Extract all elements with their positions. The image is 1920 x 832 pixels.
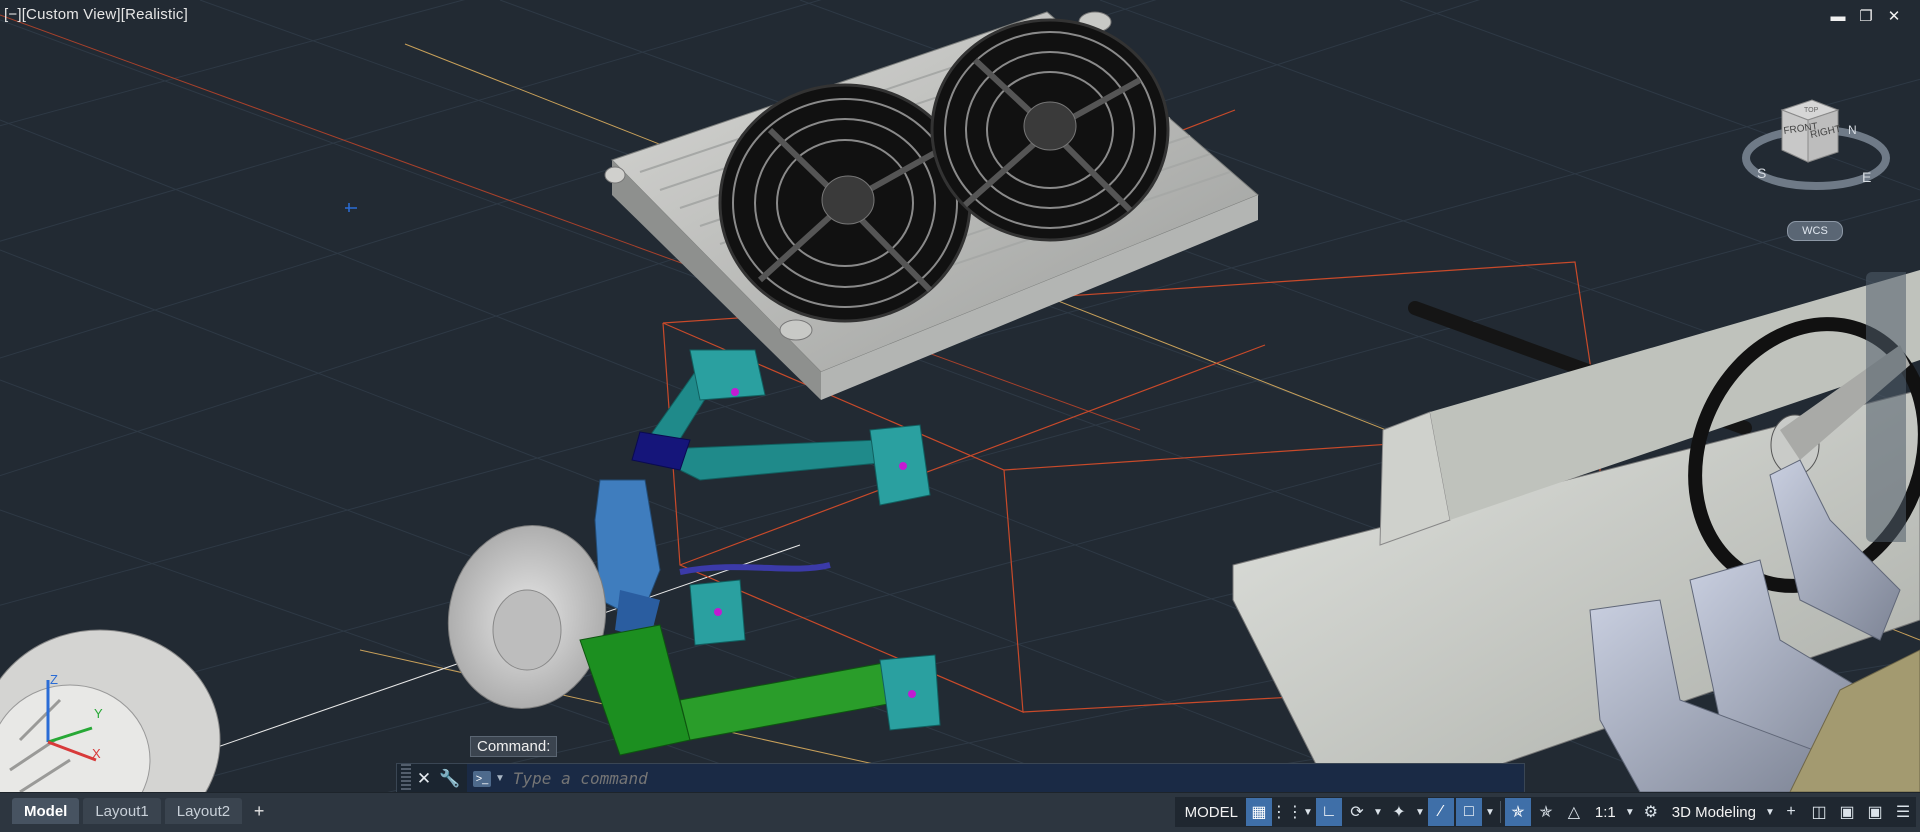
svg-text:E: E xyxy=(1862,169,1871,185)
chevron-down-icon[interactable]: ▼ xyxy=(1414,807,1426,818)
wheel-rim xyxy=(0,629,221,792)
svg-text:Z: Z xyxy=(50,672,58,687)
navigation-bar[interactable] xyxy=(1866,272,1906,542)
auto-scale-icon[interactable]: ✯ xyxy=(1533,798,1559,826)
cooling-fan-right xyxy=(930,18,1170,242)
annotation-scale-icon[interactable]: △ xyxy=(1561,798,1587,826)
wrench-icon[interactable]: 🔧 xyxy=(437,764,463,792)
command-input-wrapper: >_ ▼ xyxy=(467,764,1524,792)
minimize-icon[interactable]: ▬ xyxy=(1830,8,1846,25)
model-space-button[interactable]: MODEL xyxy=(1179,798,1244,826)
command-line: ✕ 🔧 >_ ▼ xyxy=(396,763,1525,792)
workspace-selector[interactable]: 3D Modeling xyxy=(1666,798,1762,826)
grid-icon[interactable]: ▦ xyxy=(1245,798,1272,826)
restore-icon[interactable]: ❐ xyxy=(1858,8,1874,25)
tab-layout1[interactable]: Layout1 xyxy=(83,798,161,824)
svg-text:TOP: TOP xyxy=(1804,107,1819,114)
customization-menu-icon[interactable]: ☰ xyxy=(1890,798,1916,826)
crosshair-cursor xyxy=(345,203,357,212)
chevron-down-icon[interactable]: ▼ xyxy=(495,773,505,784)
chevron-down-icon[interactable]: ▼ xyxy=(1764,807,1776,818)
close-icon[interactable]: ✕ xyxy=(411,764,437,792)
viewport-window-controls: ▬ ❐ ✕ xyxy=(1830,8,1902,26)
polar-icon[interactable]: ⟳ xyxy=(1344,798,1370,826)
svg-text:X: X xyxy=(92,746,101,761)
command-history: Command: xyxy=(470,736,558,757)
command-input[interactable] xyxy=(510,768,1524,789)
annotation-visibility-icon[interactable]: ✯ xyxy=(1504,798,1531,826)
snap-icon[interactable]: ⋮⋮ xyxy=(1271,798,1303,826)
svg-text:N: N xyxy=(1848,123,1857,137)
plus-icon[interactable]: + xyxy=(1778,798,1804,826)
svg-text:S: S xyxy=(1757,165,1766,181)
object-snap-icon[interactable]: □ xyxy=(1455,798,1482,826)
3d-scene[interactable]: Z Y X FRONT RIGHT TOP S E N xyxy=(0,0,1920,792)
chevron-down-icon[interactable]: ▼ xyxy=(1484,807,1496,818)
brake-disc xyxy=(447,525,607,709)
viewport-controls-label[interactable]: [−][Custom View][Realistic] xyxy=(4,6,188,23)
command-prompt-icon[interactable]: >_ xyxy=(473,770,491,787)
brake-line xyxy=(679,562,831,575)
hardware-acceleration-icon[interactable]: ▣ xyxy=(1834,798,1860,826)
status-bar: Model Layout1 Layout2 + MODEL ▦ ⋮⋮ ▼ ∟ ⟳… xyxy=(0,792,1920,832)
close-icon[interactable]: ✕ xyxy=(1886,8,1902,25)
tab-layout2[interactable]: Layout2 xyxy=(164,798,243,824)
scale-selector[interactable]: 1:1 xyxy=(1589,798,1622,826)
viewcube[interactable]: FRONT RIGHT TOP S E N xyxy=(1742,99,1890,190)
tab-model[interactable]: Model xyxy=(12,798,80,824)
chevron-down-icon[interactable]: ▼ xyxy=(1372,807,1384,818)
isodraft-icon[interactable]: ✦ xyxy=(1386,798,1412,826)
gear-icon[interactable]: ⚙ xyxy=(1638,798,1664,826)
chevron-down-icon[interactable]: ▼ xyxy=(1624,807,1636,818)
ortho-icon[interactable]: ∟ xyxy=(1315,798,1342,826)
chevron-down-icon[interactable]: ▼ xyxy=(1302,807,1314,818)
divider xyxy=(1499,801,1501,823)
layout-tabs: Model Layout1 Layout2 + xyxy=(12,798,272,824)
status-toggles: MODEL ▦ ⋮⋮ ▼ ∟ ⟳ ▼ ✦ ▼ ∕ □ ▼ ✯ ✯ △ 1:1 ▼… xyxy=(1174,797,1916,827)
add-layout-icon[interactable]: + xyxy=(246,799,272,823)
wcs-menu-button[interactable]: WCS xyxy=(1787,221,1843,241)
object-snap-tracking-icon[interactable]: ∕ xyxy=(1427,798,1454,826)
isolate-objects-icon[interactable]: ◫ xyxy=(1806,798,1832,826)
model-viewport[interactable]: Z Y X FRONT RIGHT TOP S E N [−][Custom V… xyxy=(0,0,1920,792)
command-line-grip[interactable] xyxy=(401,764,411,792)
svg-text:Y: Y xyxy=(94,706,103,721)
clean-screen-icon[interactable]: ▣ xyxy=(1862,798,1888,826)
